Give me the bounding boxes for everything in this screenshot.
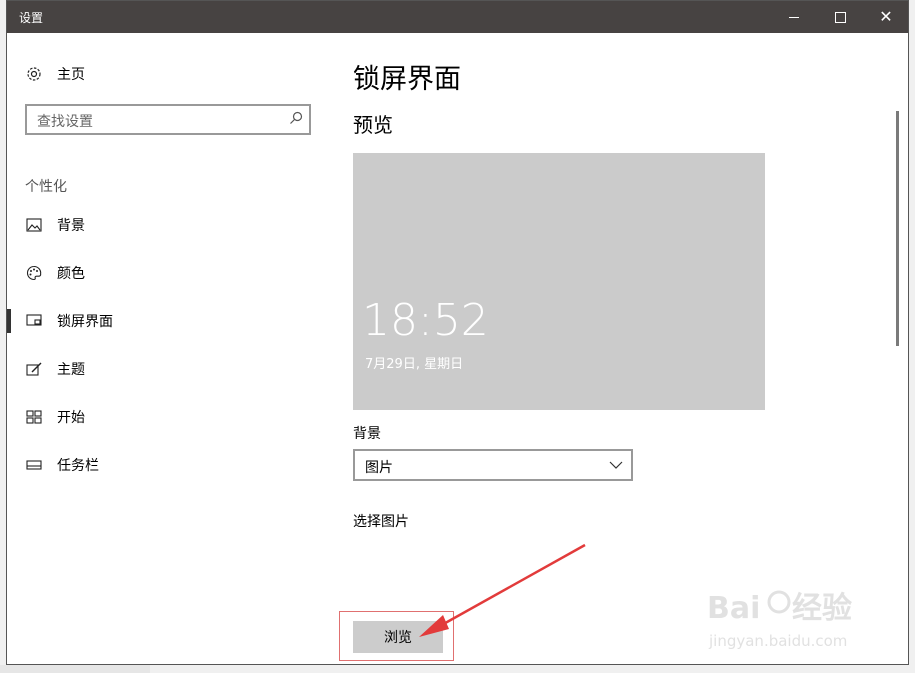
sidebar-item-label: 背景	[57, 218, 85, 234]
settings-window: 设置 ✕ 主页 查找设置 个性化 背景 颜色 锁屏界面 主题 开始 任务栏 锁屏…	[6, 0, 909, 665]
page-title: 锁屏界面	[353, 64, 461, 95]
sidebar-item-start[interactable]: 开始	[25, 406, 305, 428]
close-icon: ✕	[879, 7, 893, 26]
preview-time: 18:52	[362, 295, 489, 346]
title-bar[interactable]: 设置 ✕	[7, 1, 908, 33]
start-icon	[25, 409, 43, 425]
background-dropdown-value: 图片	[365, 460, 393, 476]
sidebar-item-label: 开始	[57, 410, 85, 426]
picture-icon	[25, 217, 43, 233]
sidebar-item-label: 任务栏	[57, 458, 99, 474]
preview-date: 7月29日, 星期日	[365, 357, 464, 372]
svg-text:经验: 经验	[792, 591, 852, 626]
minimize-button[interactable]	[771, 1, 817, 33]
section-title: 个性化	[25, 179, 67, 195]
background-label: 背景	[353, 426, 381, 442]
sidebar-item-label: 颜色	[57, 266, 85, 282]
window-title: 设置	[19, 11, 44, 25]
gear-icon	[25, 65, 43, 83]
lock-screen-icon	[25, 313, 43, 329]
annotation-arrow-icon	[419, 543, 586, 637]
lock-screen-preview: 18:52 7月29日, 星期日	[353, 153, 765, 410]
taskbar-icon	[25, 457, 43, 473]
search-icon	[290, 111, 303, 124]
sidebar-item-label: 锁屏界面	[57, 314, 113, 330]
background-dropdown[interactable]: 图片	[353, 449, 633, 481]
palette-icon	[25, 265, 43, 281]
maximize-icon	[834, 11, 846, 23]
sidebar-item-label: 主题	[57, 362, 85, 378]
close-button[interactable]: ✕	[863, 1, 908, 33]
scrollbar[interactable]	[896, 111, 899, 346]
active-indicator	[7, 309, 11, 333]
sidebar-item-home[interactable]: 主页	[25, 63, 85, 85]
sidebar-item-lock-screen[interactable]: 锁屏界面	[25, 310, 305, 332]
maximize-button[interactable]	[817, 1, 863, 33]
svg-text:Bai: Bai	[707, 591, 760, 626]
sidebar-item-themes[interactable]: 主题	[25, 358, 305, 380]
sidebar-item-background[interactable]: 背景	[25, 214, 305, 236]
sidebar-item-taskbar[interactable]: 任务栏	[25, 454, 305, 476]
baidu-watermark: Bai 经验 jingyan.baidu.com	[707, 590, 852, 650]
home-label: 主页	[57, 67, 85, 83]
choose-picture-label: 选择图片	[353, 514, 409, 530]
search-placeholder: 查找设置	[37, 114, 93, 130]
sidebar-item-colors[interactable]: 颜色	[25, 262, 305, 284]
theme-icon	[25, 361, 43, 377]
chevron-down-icon	[609, 461, 623, 469]
taskbar-strip	[0, 665, 150, 673]
svg-text:jingyan.baidu.com: jingyan.baidu.com	[708, 632, 847, 650]
minimize-icon	[789, 16, 799, 18]
preview-heading: 预览	[353, 113, 393, 137]
search-input[interactable]: 查找设置	[25, 104, 311, 135]
